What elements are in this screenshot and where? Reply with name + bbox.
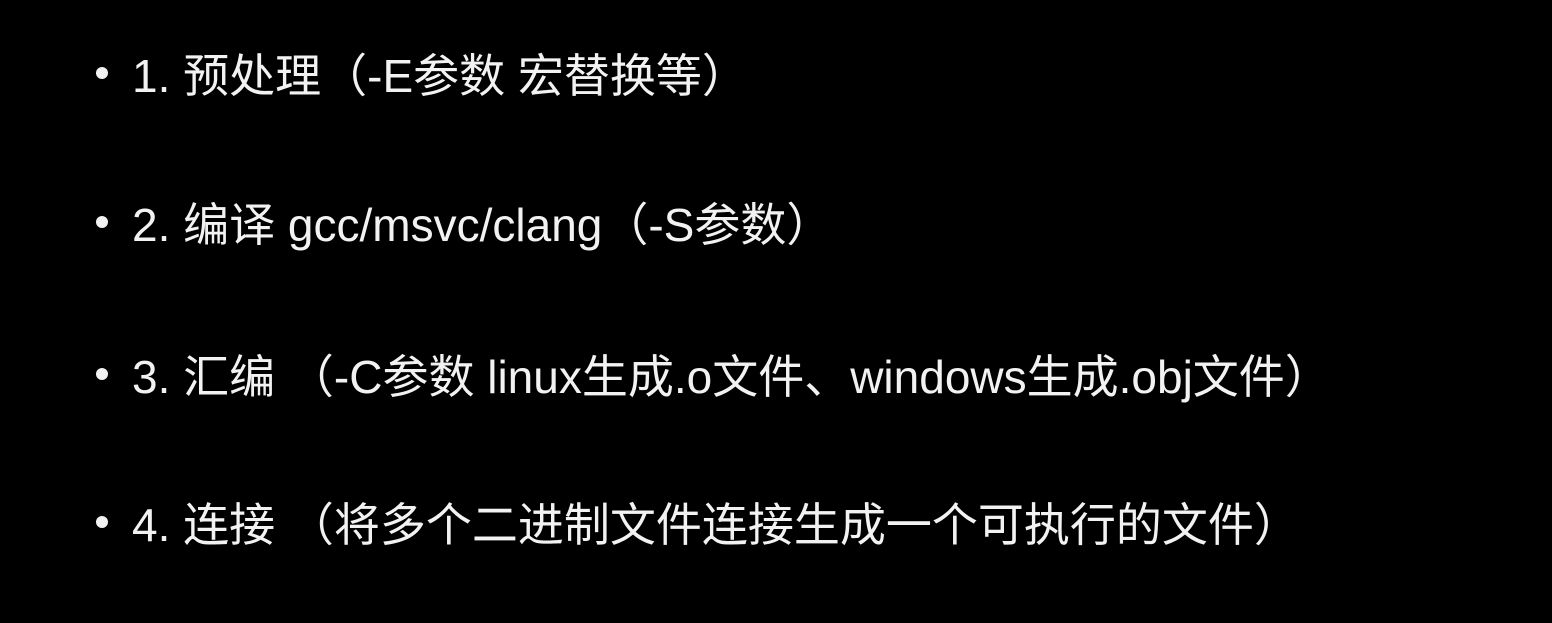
bullet-icon [96, 67, 108, 79]
list-item-text: 1. 预处理（-E参数 宏替换等） [132, 50, 748, 102]
list-item-text: 3. 汇编 （-C参数 linux生成.o文件、windows生成.obj文件） [132, 351, 1331, 403]
list-item-preprocess: 1. 预处理（-E参数 宏替换等） [96, 43, 748, 103]
bullet-icon [96, 368, 108, 380]
list-item-compile: 2. 编译 gcc/msvc/clang（-S参数） [96, 192, 832, 252]
list-item-text: 2. 编译 gcc/msvc/clang（-S参数） [132, 199, 833, 251]
list-item-assemble: 3. 汇编 （-C参数 linux生成.o文件、windows生成.obj文件） [96, 344, 1331, 404]
list-item-text: 4. 连接 （将多个二进制文件连接生成一个可执行的文件） [132, 499, 1300, 551]
list-item-link: 4. 连接 （将多个二进制文件连接生成一个可执行的文件） [96, 492, 1300, 552]
bullet-icon [96, 516, 108, 528]
bullet-icon [96, 216, 108, 228]
